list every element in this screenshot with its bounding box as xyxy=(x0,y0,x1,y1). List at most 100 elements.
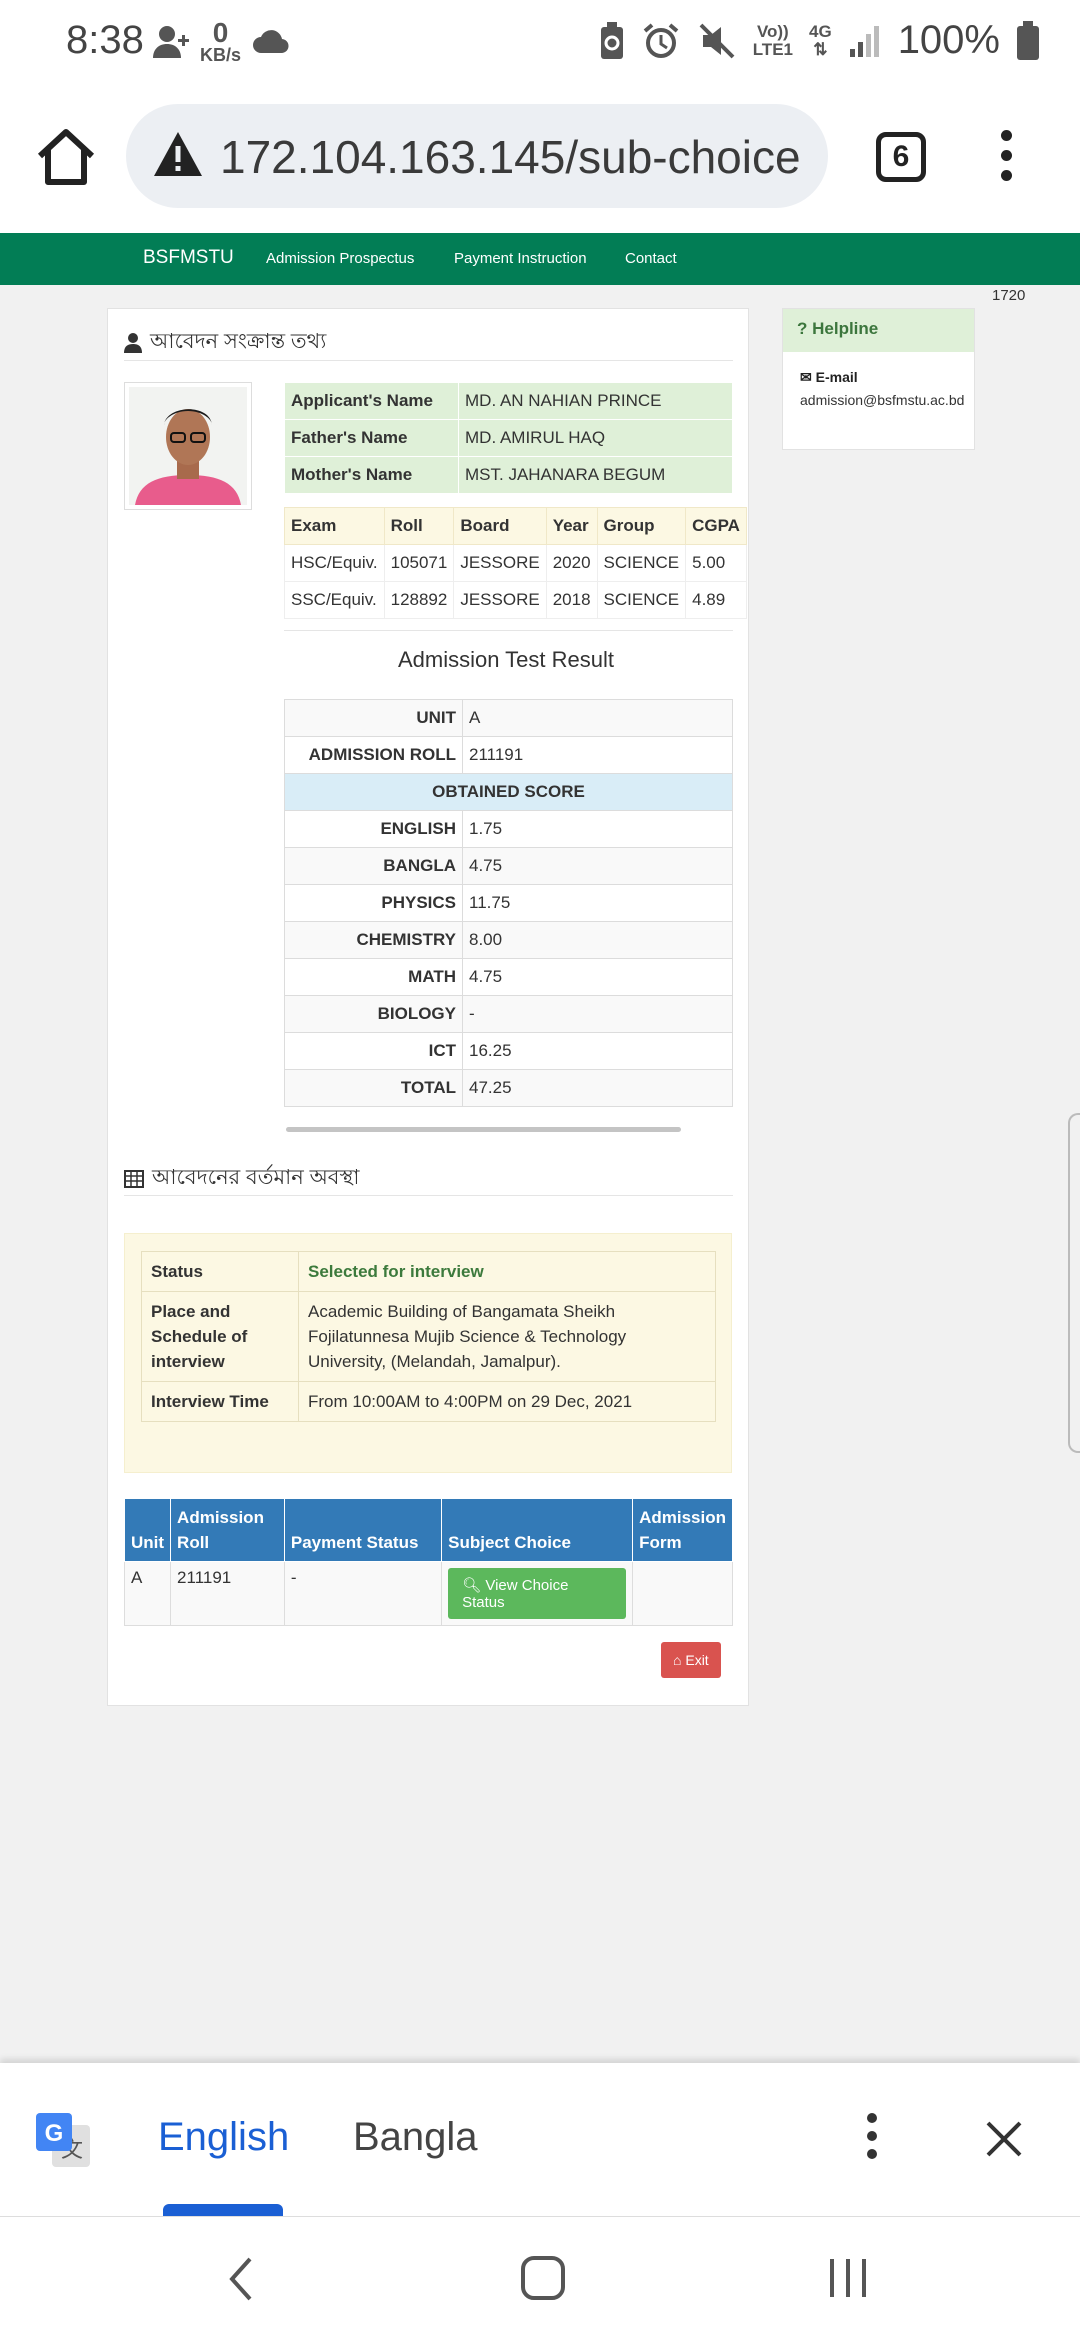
mute-icon xyxy=(699,23,735,58)
tab-switcher-button[interactable]: 6 xyxy=(876,132,926,182)
table-row: Interview Time From 10:00AM to 4:00PM on … xyxy=(141,1381,716,1422)
application-table: Unit Admission Roll Payment Status Subje… xyxy=(123,1498,733,1626)
father-name-label: Father's Name xyxy=(284,419,459,457)
table-row: CHEMISTRY 8.00 xyxy=(284,921,733,959)
table-cell: SCIENCE xyxy=(596,544,687,582)
browser-toolbar: 172.104.163.145/sub-choice 6 xyxy=(0,90,1080,233)
browser-menu-icon[interactable] xyxy=(996,130,1016,190)
google-translate-icon[interactable]: 文G xyxy=(34,2111,92,2169)
subject-label: BANGLA xyxy=(284,847,463,885)
mother-name-value: MST. JAHANARA BEGUM xyxy=(458,456,733,494)
table-cell: JESSORE xyxy=(453,581,547,619)
clock: 8:38 xyxy=(66,18,144,62)
column-header: Payment Status xyxy=(283,1498,443,1562)
applicant-info-heading: আবেদন সংক্রান্ত তথ্য xyxy=(124,325,326,360)
father-name-value: MD. AMIRUL HAQ xyxy=(458,419,733,457)
table-row: ADMISSION ROLL 211191 xyxy=(284,736,733,774)
payment-status-cell: - xyxy=(283,1561,443,1626)
subject-score: 4.75 xyxy=(462,847,733,885)
roll-cell: 211191 xyxy=(170,1561,285,1626)
table-row: A 211191 - 🔍︎ View Choice Status xyxy=(123,1561,733,1626)
column-header: Roll xyxy=(383,507,455,545)
svg-text:G: G xyxy=(45,2120,64,2147)
table-row: HSC/Equiv. 105071 JESSORE 2020 SCIENCE 5… xyxy=(284,544,747,582)
cloud-icon xyxy=(253,30,289,54)
column-header: CGPA xyxy=(685,507,747,545)
column-header: Unit xyxy=(123,1498,172,1562)
nav-link-admission-prospectus[interactable]: Admission Prospectus xyxy=(266,250,414,267)
exit-button[interactable]: ⌂ Exit xyxy=(661,1642,721,1678)
nav-link-contact[interactable]: Contact xyxy=(625,250,677,267)
column-header: Subject Choice xyxy=(441,1498,634,1562)
horizontal-scrollbar[interactable] xyxy=(286,1127,681,1132)
interview-time-value: From 10:00AM to 4:00PM on 29 Dec, 2021 xyxy=(298,1381,716,1422)
column-header: Admission Form xyxy=(632,1498,733,1562)
subject-label: ICT xyxy=(284,1032,463,1070)
visitor-counter: 1720 xyxy=(992,287,1026,304)
helpline-panel: ? Helpline ✉ E-mail admission@bsfmstu.ac… xyxy=(782,308,975,450)
battery-percent: 100% xyxy=(897,18,1000,62)
divider xyxy=(124,360,733,361)
current-status-heading: আবেদনের বর্তমান অবস্থা xyxy=(124,1161,359,1196)
language-tab-bangla[interactable]: Bangla xyxy=(353,2115,478,2160)
table-row: Place and Schedule of interview Academic … xyxy=(141,1291,716,1382)
home-icon[interactable] xyxy=(30,122,102,194)
address-bar[interactable]: 172.104.163.145/sub-choice xyxy=(126,104,828,208)
language-tab-english[interactable]: English xyxy=(158,2115,289,2160)
table-row: OBTAINED SCORE xyxy=(284,773,733,811)
envelope-icon: ✉ xyxy=(800,369,812,385)
subject-choice-cell: 🔍︎ View Choice Status xyxy=(441,1561,634,1626)
interview-place-value: Academic Building of Bangamata Sheikh Fo… xyxy=(298,1291,716,1382)
nav-link-payment-instruction[interactable]: Payment Instruction xyxy=(454,250,587,267)
admission-form-cell xyxy=(632,1561,733,1626)
alarm-icon xyxy=(643,22,678,58)
user-icon xyxy=(124,332,142,353)
warning-icon[interactable] xyxy=(152,130,204,178)
admission-roll-label: ADMISSION ROLL xyxy=(284,736,463,774)
applicant-photo xyxy=(124,382,252,510)
url-text[interactable]: 172.104.163.145/sub-choice xyxy=(220,130,801,184)
table-cell: SSC/Equiv. xyxy=(284,581,385,619)
helpline-header: ? Helpline xyxy=(783,309,974,352)
question-icon: ? xyxy=(797,319,808,338)
helpline-email[interactable]: admission@bsfmstu.ac.bd xyxy=(800,392,964,408)
table-cell: 105071 xyxy=(383,544,455,582)
battery-icon xyxy=(1017,20,1039,60)
mother-name-label: Mother's Name xyxy=(284,456,459,494)
home-icon: ⌂ xyxy=(673,1652,682,1668)
exam-table: Exam Roll Board Year Group CGPA HSC/Equi… xyxy=(284,507,747,619)
table-row: Status Selected for interview xyxy=(141,1251,716,1292)
table-row: MATH 4.75 xyxy=(284,958,733,996)
table-cell: JESSORE xyxy=(453,544,547,582)
battery-saver-icon xyxy=(600,21,623,59)
back-icon[interactable] xyxy=(226,2255,256,2303)
data-rate: 0 KB/s xyxy=(200,17,242,65)
table-cell: HSC/Equiv. xyxy=(284,544,385,582)
subject-label: BIOLOGY xyxy=(284,995,463,1033)
view-choice-status-button[interactable]: 🔍︎ View Choice Status xyxy=(448,1568,627,1619)
table-cell: 4.89 xyxy=(685,581,747,619)
subject-score: 1.75 xyxy=(462,810,733,848)
web-page: BSFMSTU Admission Prospectus Payment Ins… xyxy=(0,233,1080,2063)
network-gen-indicator: 4G ⇅ xyxy=(809,21,832,59)
table-row: BIOLOGY - xyxy=(284,995,733,1033)
subject-label: PHYSICS xyxy=(284,884,463,922)
close-icon[interactable] xyxy=(984,2119,1024,2159)
divider xyxy=(284,630,733,631)
site-brand[interactable]: BSFMSTU xyxy=(143,247,234,269)
table-row: TOTAL 47.25 xyxy=(284,1069,733,1107)
page-scroll-handle[interactable] xyxy=(1068,1113,1080,1453)
recents-icon[interactable] xyxy=(826,2257,870,2299)
obtained-score-heading: OBTAINED SCORE xyxy=(284,773,733,811)
applicant-portrait-image xyxy=(129,387,247,505)
site-navbar: BSFMSTU Admission Prospectus Payment Ins… xyxy=(0,233,1080,285)
table-cell: SCIENCE xyxy=(596,581,687,619)
subject-score: - xyxy=(462,995,733,1033)
table-row: Applicant's Name MD. AN NAHIAN PRINCE xyxy=(284,382,733,420)
status-label: Status xyxy=(141,1251,299,1292)
translate-menu-icon[interactable] xyxy=(862,2113,882,2163)
table-header-row: Exam Roll Board Year Group CGPA xyxy=(284,507,747,545)
unit-value: A xyxy=(462,699,733,737)
subject-label: MATH xyxy=(284,958,463,996)
home-nav-icon[interactable] xyxy=(520,2255,566,2301)
